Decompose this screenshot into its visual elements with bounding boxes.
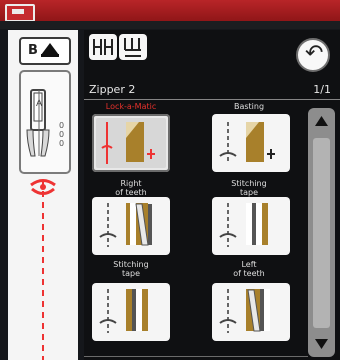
page-number: 1/1 bbox=[313, 83, 331, 96]
back-button[interactable] bbox=[296, 38, 330, 72]
foot-number: 0 bbox=[59, 139, 65, 148]
zipper-stitch-icon bbox=[99, 203, 152, 247]
tile-label: Lock-a-Matic bbox=[105, 102, 157, 111]
stitch-tile-basting[interactable] bbox=[212, 114, 290, 172]
tile-label: Left of teeth bbox=[233, 260, 265, 278]
needle-bar bbox=[41, 54, 59, 57]
bottom-divider bbox=[84, 356, 308, 357]
scroll-down-button[interactable] bbox=[308, 330, 335, 357]
foot-number: 0 bbox=[59, 121, 65, 130]
foot-number: 0 bbox=[59, 130, 65, 139]
stitch-tile-stitching-tape-1[interactable] bbox=[212, 197, 290, 255]
presser-foot-box[interactable]: A 0 0 0 bbox=[19, 70, 71, 174]
zipper-stitch-icon bbox=[99, 289, 148, 333]
top-divider bbox=[0, 21, 340, 29]
scroll-up-button[interactable] bbox=[308, 108, 335, 135]
needle-position-button[interactable]: B bbox=[19, 37, 71, 65]
zipper-stitch-icon bbox=[219, 203, 268, 247]
stitch-tile-left-of-teeth[interactable] bbox=[212, 283, 290, 341]
stitch-tile-right-of-teeth[interactable] bbox=[92, 197, 170, 255]
stitch-tile-stitching-tape-2[interactable] bbox=[92, 283, 170, 341]
tile-label: Stitching tape bbox=[231, 179, 267, 197]
tile-label: Stitching tape bbox=[113, 260, 149, 278]
scroll-thumb[interactable] bbox=[313, 138, 330, 328]
sewing-machine-screen: B A 0 0 0 bbox=[0, 0, 340, 360]
foot-numbers: 0 0 0 bbox=[59, 121, 69, 148]
zipper-stitch-icon bbox=[219, 289, 270, 333]
stitch-length-button[interactable] bbox=[119, 34, 147, 60]
tile-label: Right of teeth bbox=[115, 179, 147, 197]
stitch-width-icon bbox=[93, 39, 113, 55]
scrollbar[interactable] bbox=[308, 108, 335, 357]
left-panel: B A 0 0 0 bbox=[8, 30, 78, 360]
zipper-stitch-icon bbox=[96, 118, 166, 168]
needle-letter: B bbox=[28, 43, 38, 58]
top-band bbox=[0, 0, 340, 22]
title-divider bbox=[84, 99, 340, 100]
stitch-width-button[interactable] bbox=[89, 34, 117, 60]
tile-label: Basting bbox=[233, 102, 265, 111]
machine-logo-icon bbox=[5, 4, 35, 22]
scroll-down-icon bbox=[315, 339, 328, 349]
stitch-line-preview bbox=[42, 180, 44, 360]
stitch-tile-lock-a-matic[interactable] bbox=[92, 114, 170, 172]
stitch-length-icon bbox=[124, 38, 141, 57]
stitch-menu-title: Zipper 2 bbox=[89, 83, 136, 96]
main-panel: Zipper 2 1/1 Lock-a-Matic Basting bbox=[84, 30, 340, 360]
scroll-up-icon bbox=[315, 116, 328, 126]
zipper-stitch-icon bbox=[219, 122, 275, 164]
